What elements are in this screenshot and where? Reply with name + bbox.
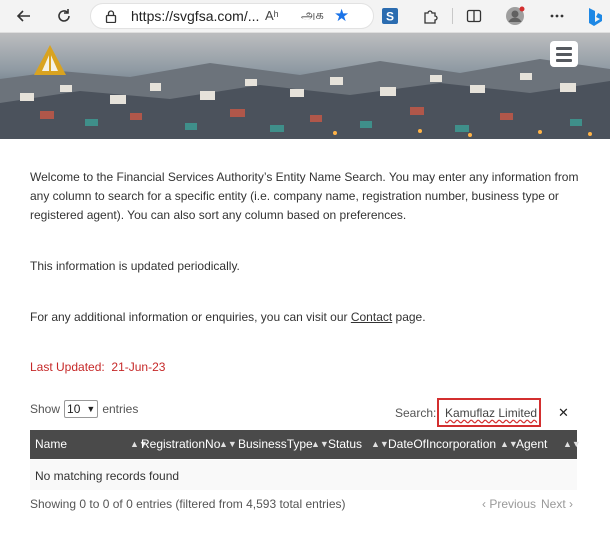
search-label: Search: — [395, 406, 437, 420]
col-header-agent[interactable]: Agent — [516, 430, 547, 459]
svg-text:S: S — [386, 10, 394, 24]
url-text: https://svgfsa.com/... — [131, 8, 260, 24]
last-updated-value: 21-Jun-23 — [111, 360, 166, 374]
col-header-name[interactable]: Name — [35, 430, 67, 459]
extension-s-icon[interactable]: S — [378, 4, 402, 28]
contact-prefix: For any additional information or enquir… — [30, 310, 351, 324]
show-label: Show — [30, 402, 61, 416]
more-options-icon[interactable] — [545, 4, 569, 28]
lock-icon — [105, 10, 117, 23]
contact-link[interactable]: Contact — [351, 310, 392, 324]
next-page-button[interactable]: Next › — [541, 497, 573, 511]
entries-select[interactable]: 10 ▼ — [64, 400, 99, 418]
read-aloud-icon[interactable]: Aʰ — [265, 8, 279, 23]
sort-icon[interactable]: ▲▼ — [371, 430, 389, 459]
search-input-value: Kamuflaz Limited — [445, 406, 538, 420]
col-header-dateofincorporation[interactable]: DateOfIncorporation — [388, 430, 496, 459]
profile-avatar-icon[interactable] — [503, 4, 527, 28]
col-header-businesstype[interactable]: BusinessType — [238, 430, 313, 459]
col-header-status[interactable]: Status — [328, 430, 362, 459]
empty-table-message: No matching records found — [35, 469, 180, 483]
toolbar-divider — [452, 8, 453, 24]
sort-icon[interactable]: ▲▼ — [311, 430, 329, 459]
chevron-down-icon: ▼ — [86, 404, 96, 414]
extensions-puzzle-icon[interactable] — [418, 4, 442, 28]
search-input[interactable]: Kamuflaz Limited — [437, 398, 541, 427]
fsa-logo — [34, 45, 66, 75]
split-screen-icon[interactable] — [462, 4, 486, 28]
browser-toolbar: https://svgfsa.com/... Aʰ அக ★ S — [0, 0, 610, 33]
back-icon[interactable] — [12, 4, 36, 28]
contact-paragraph: For any additional information or enquir… — [30, 308, 426, 327]
favorite-star-icon[interactable]: ★ — [334, 6, 349, 26]
town-aerial-image — [0, 59, 610, 139]
table-row: No matching records found — [30, 460, 577, 490]
table-header: Name ▲▼ RegistrationNo ▲▼ BusinessType ▲… — [30, 430, 581, 459]
entries-label: entries — [102, 402, 139, 416]
previous-page-button[interactable]: ‹ Previous — [482, 497, 536, 511]
last-updated: Last Updated: 21-Jun-23 — [30, 360, 165, 374]
clear-search-icon[interactable]: ✕ — [558, 405, 569, 421]
copilot-icon[interactable] — [583, 4, 607, 28]
page-length-control: Show 10 ▼ entries — [30, 400, 138, 418]
col-header-registrationno[interactable]: RegistrationNo — [141, 430, 220, 459]
contact-suffix: page. — [392, 310, 426, 324]
updated-note: This information is updated periodically… — [30, 259, 240, 273]
sort-icon[interactable]: ▲▼ — [563, 430, 581, 459]
hamburger-menu-icon[interactable] — [550, 41, 578, 67]
entries-select-value: 10 — [67, 402, 81, 416]
translate-icon[interactable]: அக — [301, 7, 324, 24]
intro-paragraph: Welcome to the Financial Services Author… — [30, 170, 579, 222]
sort-icon[interactable]: ▲▼ — [219, 430, 237, 459]
last-updated-label: Last Updated: — [30, 360, 105, 374]
address-bar[interactable]: https://svgfsa.com/... Aʰ அக ★ — [90, 3, 374, 29]
table-info: Showing 0 to 0 of 0 entries (filtered fr… — [30, 497, 346, 511]
refresh-icon[interactable] — [52, 4, 76, 28]
hero-banner — [0, 33, 610, 139]
